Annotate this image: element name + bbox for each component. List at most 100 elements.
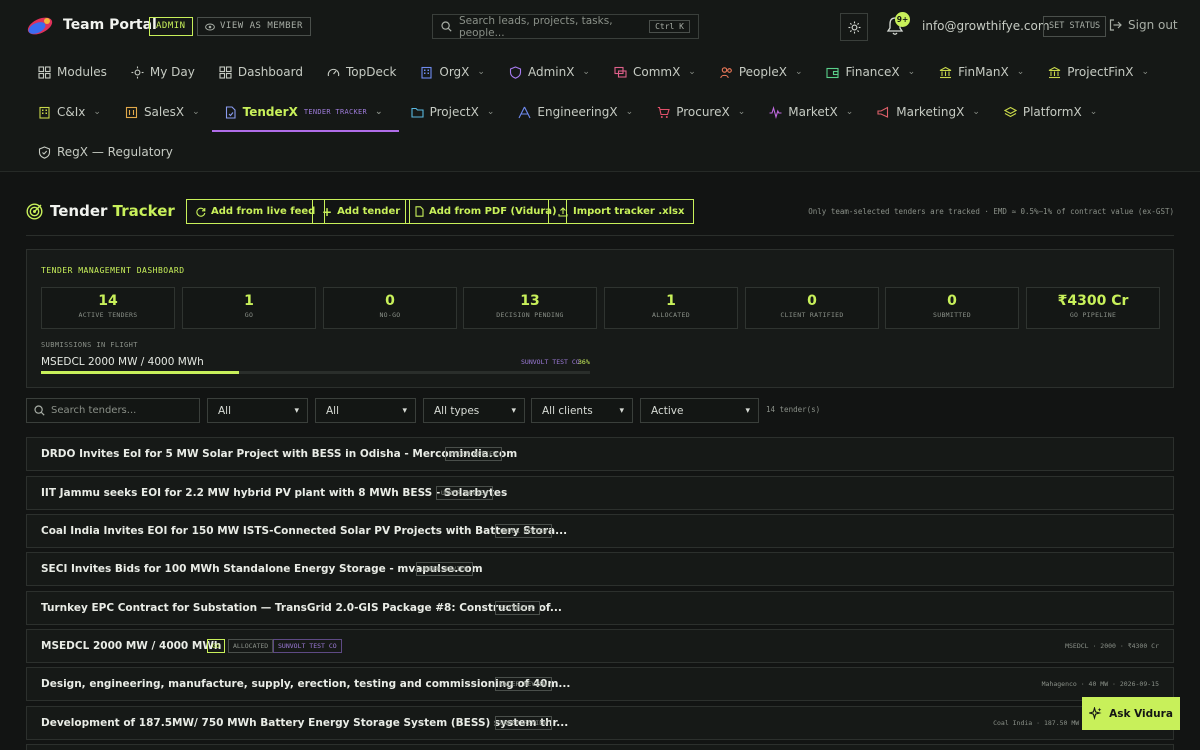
nav-tenderx[interactable]: TenderX TENDER TRACKER ⌄: [211, 92, 399, 132]
nav-projectfinx[interactable]: ProjectFinX ⌄: [1036, 52, 1161, 92]
nav-label: ProjectX: [429, 105, 479, 119]
tender-row[interactable]: [26, 744, 1174, 750]
chevron-down-icon: ⌄: [1016, 67, 1025, 77]
plus-icon: +: [322, 204, 333, 219]
filter-status-select[interactable]: Active ▾: [640, 398, 759, 423]
add-from-live-feed-button[interactable]: Add from live feed: [186, 199, 326, 224]
chevron-down-icon: ⌄: [972, 107, 980, 117]
dashboard-title: TENDER MANAGEMENT DASHBOARD: [41, 266, 185, 275]
tender-row[interactable]: IIT Jammu seeks EOI for 2.2 MW hybrid PV…: [26, 476, 1174, 510]
nav-peoplex[interactable]: PeopleX ⌄: [708, 52, 815, 92]
status-badge: UNDER REVIEW: [495, 524, 552, 538]
nav-label: OrgX: [439, 65, 470, 79]
nav-regx[interactable]: RegX — Regulatory: [26, 132, 185, 172]
chevron-down-icon: ▾: [511, 405, 516, 416]
nav-marketingx[interactable]: MarketingX ⌄: [865, 92, 992, 132]
add-tender-button[interactable]: + Add tender: [312, 199, 411, 224]
admin-badge: ADMIN: [149, 17, 193, 36]
nav-cix[interactable]: C&Ix ⌄: [26, 92, 113, 132]
tender-row[interactable]: MSEDCL 2000 MW / 4000 MWh GO ALLOCATED S…: [26, 629, 1174, 663]
tender-row[interactable]: Design, engineering, manufacture, supply…: [26, 667, 1174, 701]
status-badge: ALLOCATED: [228, 639, 274, 653]
nav-commx[interactable]: CommX ⌄: [602, 52, 708, 92]
theme-toggle-button[interactable]: [840, 13, 868, 41]
nav-procurex[interactable]: ProcureX ⌄: [645, 92, 757, 132]
user-email[interactable]: info@growthifye.com: [922, 19, 1050, 33]
submission-percent: 36%: [578, 358, 590, 366]
nav-marketx[interactable]: MarketX ⌄: [757, 92, 865, 132]
add-from-pdf-button[interactable]: Add from PDF (Vidura): [405, 199, 567, 224]
import-tracker-button[interactable]: Import tracker .xlsx: [548, 199, 695, 224]
tender-row[interactable]: Turnkey EPC Contract for Substation — Tr…: [26, 591, 1174, 625]
nav-financex[interactable]: FinanceX ⌄: [814, 52, 927, 92]
filter-select-2[interactable]: All ▾: [315, 398, 416, 423]
page-title-part1: Tender: [50, 202, 108, 220]
nav-my-day[interactable]: My Day: [119, 52, 207, 92]
select-value: Active: [651, 404, 684, 417]
stat-go: 1 GO: [182, 287, 316, 329]
search-shortcut: Ctrl K: [649, 20, 690, 33]
nav-label: TenderX: [242, 105, 298, 119]
nav-modules[interactable]: Modules: [26, 52, 119, 92]
set-status-button[interactable]: SET STATUS: [1043, 16, 1107, 37]
cart-icon: [657, 106, 670, 118]
tender-search-input[interactable]: Search tenders...: [26, 398, 200, 423]
page-title-part2: Tracker: [112, 202, 175, 220]
tender-row[interactable]: DRDO Invites EoI for 5 MW Solar Project …: [26, 437, 1174, 471]
engineering-icon: [518, 106, 531, 118]
nav-label: CommX: [632, 65, 681, 79]
nav-topdeck[interactable]: TopDeck: [315, 52, 408, 92]
tender-meta: Coal India · 187.50 MW ·: [993, 719, 1087, 727]
app-title[interactable]: Team Portal: [63, 17, 157, 33]
filter-select-1[interactable]: All ▾: [207, 398, 308, 423]
submission-name[interactable]: MSEDCL 2000 MW / 4000 MWh: [41, 356, 204, 368]
nav-finmanx[interactable]: FinManX ⌄: [927, 52, 1036, 92]
stat-value: 0: [807, 293, 817, 309]
bank-icon: [1048, 66, 1061, 78]
view-as-member-button[interactable]: VIEW AS MEMBER: [197, 17, 311, 36]
filter-type-select[interactable]: All types ▾: [423, 398, 525, 423]
stat-active-tenders: 14 ACTIVE TENDERS: [41, 287, 175, 329]
stat-label: CLIENT RATIFIED: [780, 311, 844, 319]
ask-vidura-button[interactable]: Ask Vidura: [1082, 697, 1180, 730]
nav-label: Modules: [57, 65, 107, 79]
pulse-icon: [769, 105, 782, 119]
nav-label: TopDeck: [345, 65, 397, 79]
nav-salesx[interactable]: SalesX ⌄: [113, 92, 212, 132]
nav-projectx[interactable]: ProjectX ⌄: [399, 92, 507, 132]
sign-out-label: Sign out: [1128, 18, 1178, 32]
module-nav-row-2: C&Ix ⌄ SalesX ⌄ TenderX TENDER TRACKER ⌄ P…: [26, 92, 1109, 132]
select-value: All: [218, 404, 232, 417]
nav-adminx[interactable]: AdminX ⌄: [497, 52, 602, 92]
stat-no-go: 0 NO-GO: [323, 287, 457, 329]
tender-row[interactable]: Coal India Invites EOI for 150 MW ISTS-C…: [26, 514, 1174, 548]
tender-row[interactable]: SECI Invites Bids for 100 MWh Standalone…: [26, 552, 1174, 586]
chevron-down-icon: ⌄: [582, 67, 590, 77]
nav-label: Dashboard: [237, 65, 303, 79]
tender-row[interactable]: Development of 187.5MW/ 750 MWh Battery …: [26, 706, 1174, 740]
nav-orgx[interactable]: OrgX ⌄: [408, 52, 497, 92]
app-logo-icon[interactable]: [26, 15, 54, 37]
stat-label: NO-GO: [379, 311, 401, 319]
stat-go-pipeline: ₹4300 Cr GO PIPELINE: [1026, 287, 1160, 329]
stat-allocated: 1 ALLOCATED: [604, 287, 738, 329]
nav-label: MarketingX: [896, 105, 965, 119]
nav-dashboard[interactable]: Dashboard: [207, 52, 315, 92]
view-as-member-label: VIEW AS MEMBER: [220, 21, 303, 31]
sign-out-button[interactable]: Sign out: [1109, 18, 1178, 32]
tender-title: MSEDCL 2000 MW / 4000 MWh: [41, 640, 222, 652]
filter-client-select[interactable]: All clients ▾: [531, 398, 633, 423]
global-search-input[interactable]: Search leads, projects, tasks, people...…: [432, 14, 699, 39]
search-icon: [441, 21, 452, 32]
nav-label: MarketX: [788, 105, 838, 119]
stat-value: 1: [244, 293, 254, 309]
shield-icon: [509, 65, 522, 79]
search-placeholder: Search leads, projects, tasks, people...: [459, 14, 613, 39]
top-bar: Team Portal ADMIN VIEW AS MEMBER Search …: [0, 0, 1200, 52]
tender-meta: MSEDCL · 2000 · ₹4300 Cr: [1065, 642, 1159, 650]
nav-engineeringx[interactable]: EngineeringX ⌄: [506, 92, 645, 132]
nav-platformx[interactable]: PlatformX ⌄: [992, 92, 1109, 132]
module-nav-row-3: RegX — Regulatory: [26, 132, 185, 172]
chevron-down-icon: ⌄: [907, 67, 916, 77]
company-badge: SUNVOLT TEST CO: [273, 639, 342, 653]
